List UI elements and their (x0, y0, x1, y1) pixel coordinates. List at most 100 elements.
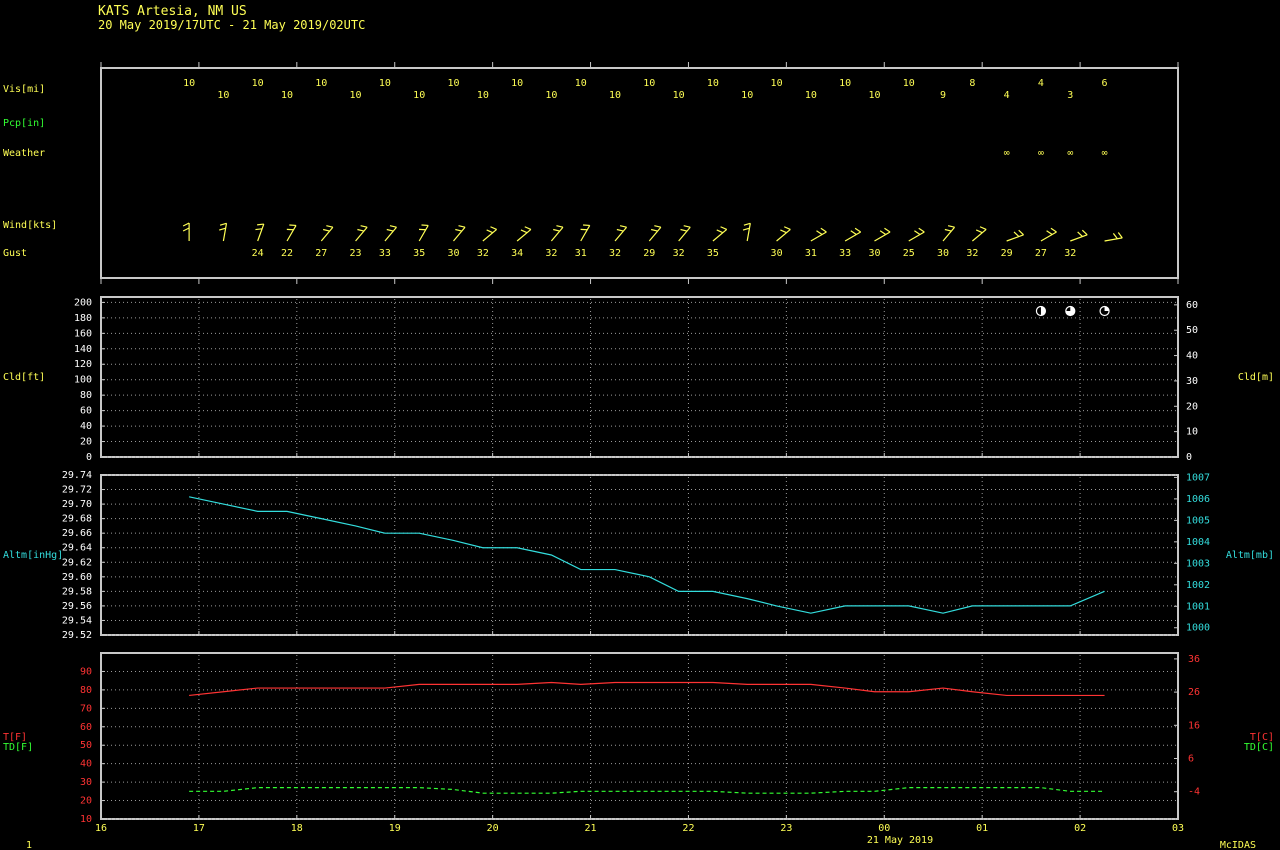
corner-label: 1 (26, 840, 32, 850)
vis-value: 4 (1004, 90, 1010, 101)
wind-barb (482, 226, 498, 242)
wind-barb-staff (550, 226, 564, 242)
altimeter-y-tick-label-mb: 1000 (1186, 623, 1210, 634)
weather-haze-symbol: ∞ (1067, 148, 1073, 159)
temp-y-tick-label-c: 36 (1188, 654, 1200, 665)
x-tick-label: 23 (780, 823, 792, 834)
date-label: 21 May 2019 (867, 835, 933, 846)
altimeter-y-tick-label-mb: 1001 (1186, 601, 1210, 612)
vis-value: 10 (609, 90, 621, 101)
wind-barb-staff (648, 226, 662, 242)
series-layer (188, 496, 1105, 794)
wind-barb-staff (874, 231, 891, 242)
x-tick-label: 18 (291, 823, 303, 834)
cloud-y-tick-label-ft: 140 (74, 344, 92, 355)
vis-value: 9 (940, 90, 946, 101)
altimeter-panel (100, 474, 1179, 636)
vis-value: 10 (575, 78, 587, 89)
cloud-y-tick-label-ft: 160 (74, 328, 92, 339)
wind-barb-flag (1018, 229, 1024, 236)
x-tick-label: 03 (1172, 823, 1184, 834)
weather-haze-symbol: ∞ (1004, 148, 1010, 159)
gust-value: 35 (707, 248, 719, 259)
temp-y-tick-label-f: 60 (80, 722, 92, 733)
wind-barb-staff (384, 226, 397, 242)
cloud-y-tick-label-m: 10 (1186, 427, 1198, 438)
x-tick-label: 02 (1074, 823, 1086, 834)
wind-barb-staff (257, 223, 265, 242)
gust-value: 33 (839, 248, 851, 259)
wind-barb-staff (614, 226, 628, 242)
wind-barb (908, 227, 925, 242)
wind-barb (1006, 229, 1024, 242)
observations-layer: 10 10 10 10 10 10 10 10 10 10 10 10 10 10 10 10 10 10 10 10… (182, 78, 1123, 317)
temp-y-tick-label-f: 20 (80, 796, 92, 807)
cloud-cover-icon (1035, 305, 1047, 317)
wind-barb-flag (1117, 232, 1123, 239)
altimeter-y-tick-label-mb: 1002 (1186, 580, 1210, 591)
vis-value: 10 (545, 90, 557, 101)
wind-barb (1104, 232, 1123, 242)
altimeter-y-tick-label-inhg: 29.60 (62, 572, 92, 583)
vis-value: 10 (868, 90, 880, 101)
wind-barb (516, 226, 532, 242)
vis-value: 10 (252, 78, 264, 89)
gust-value: 32 (477, 248, 489, 259)
wind-barb-flag (182, 222, 190, 227)
altimeter-y-tick-label-inhg: 29.62 (62, 557, 92, 568)
altimeter-y-tick-label-inhg: 29.70 (62, 499, 92, 510)
gust-value: 30 (868, 248, 880, 259)
wind-barb (286, 224, 297, 242)
gust-value: 32 (609, 248, 621, 259)
gust-value: 32 (1064, 248, 1076, 259)
wind-barb (418, 224, 429, 242)
gust-value: 31 (805, 248, 817, 259)
vis-value: 10 (281, 90, 293, 101)
wind-barb-staff (1070, 234, 1088, 242)
x-tick-label: 01 (976, 823, 988, 834)
gust-value: 29 (1001, 248, 1013, 259)
wind-barb-staff (355, 226, 368, 242)
temp-y-tick-label-f: 70 (80, 703, 92, 714)
altimeter-y-tick-label-inhg: 29.54 (62, 615, 92, 626)
wind-barb (1070, 229, 1088, 242)
wind-barb-staff (844, 231, 861, 242)
wind-barb-staff (908, 231, 925, 242)
wind-barb (648, 225, 662, 242)
wind-barb-staff (286, 225, 297, 242)
gust-value: 24 (252, 248, 264, 259)
wind-barb-staff (746, 223, 751, 242)
period-subtitle: 20 May 2019/17UTC - 21 May 2019/02UTC (98, 18, 365, 32)
gust-value: 32 (673, 248, 685, 259)
altimeter-y-tick-label-inhg: 29.56 (62, 601, 92, 612)
gust-value: 30 (447, 248, 459, 259)
altimeter-y-tick-label-mb: 1005 (1186, 515, 1210, 526)
gust-value: 22 (281, 248, 293, 259)
temp-y-tick-label-f: 50 (80, 740, 92, 751)
grid-layer (103, 299, 1176, 820)
cloud-cover-icon (1099, 305, 1110, 317)
x-tick-label: 17 (193, 823, 205, 834)
gust-value: 23 (350, 248, 362, 259)
cloud-y-tick-label-m: 50 (1186, 325, 1198, 336)
vis-value: 10 (673, 90, 685, 101)
wind-row-label: Wind[kts] (3, 220, 57, 231)
temp-y-tick-label-f: 10 (80, 814, 92, 825)
gust-value: 30 (937, 248, 949, 259)
gust-value: 32 (966, 248, 978, 259)
vis-value: 10 (350, 90, 362, 101)
gust-value: 27 (315, 248, 327, 259)
wind-barb-staff (320, 226, 334, 242)
wind-barb-staff (810, 231, 827, 242)
x-tick-label: 19 (389, 823, 401, 834)
altimeter-y-tick-label-inhg: 29.68 (62, 514, 92, 525)
wind-barb (580, 224, 591, 242)
wind-barb-flag (1112, 232, 1118, 240)
gust-value: 31 (575, 248, 587, 259)
x-tick-label: 22 (682, 823, 694, 834)
gust-value: 32 (545, 248, 557, 259)
altimeter-y-tick-label-inhg: 29.64 (62, 543, 92, 554)
dewpoint-axis-label-right: TD[C] (1244, 742, 1274, 753)
temp-y-tick-label-f: 30 (80, 777, 92, 788)
vis-value: 3 (1067, 90, 1073, 101)
